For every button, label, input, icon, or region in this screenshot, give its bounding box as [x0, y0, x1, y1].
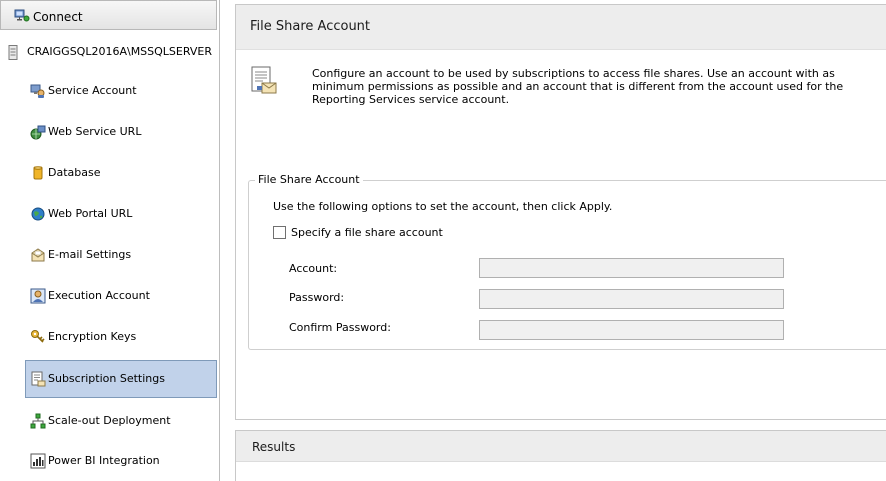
- sidebar-item-subscription-settings[interactable]: Subscription Settings: [25, 360, 217, 398]
- scale-out-icon: [30, 413, 46, 429]
- web-service-url-icon: [30, 124, 46, 140]
- file-share-account-panel: File Share Account Configure an account …: [235, 4, 886, 420]
- sidebar-item-encryption-keys[interactable]: Encryption Keys: [25, 318, 217, 356]
- instructions-text: Use the following options to set the acc…: [273, 200, 613, 213]
- subscription-icon: [30, 371, 46, 387]
- file-share-document-icon: [248, 65, 280, 100]
- sidebar-item-scale-out-deployment[interactable]: Scale-out Deployment: [25, 402, 217, 440]
- panel-header: File Share Account: [236, 5, 886, 50]
- results-panel: Results: [235, 430, 886, 481]
- panel-description: Configure an account to be used by subsc…: [312, 67, 844, 106]
- sidebar-item-label: Web Portal URL: [48, 207, 133, 220]
- connect-button[interactable]: Connect: [0, 0, 217, 30]
- group-legend: File Share Account: [255, 173, 363, 186]
- connect-label: Connect: [33, 10, 83, 24]
- results-title: Results: [252, 440, 296, 454]
- sidebar-item-label: Service Account: [48, 84, 137, 97]
- page-title: File Share Account: [250, 19, 371, 34]
- globe-icon: [30, 206, 46, 222]
- specify-account-checkbox[interactable]: [273, 226, 286, 239]
- database-icon: [30, 165, 46, 181]
- sidebar-item-label: Scale-out Deployment: [48, 414, 171, 427]
- sidebar-item-label: Execution Account: [48, 289, 150, 302]
- password-label: Password:: [289, 291, 345, 304]
- sidebar-item-label: E-mail Settings: [48, 248, 132, 261]
- server-icon: [8, 45, 18, 63]
- sidebar-item-service-account[interactable]: Service Account: [25, 72, 217, 110]
- results-header: Results: [236, 431, 886, 462]
- sidebar-item-email-settings[interactable]: E-mail Settings: [25, 236, 217, 274]
- sidebar-item-execution-account[interactable]: Execution Account: [25, 277, 217, 315]
- confirm-password-label: Confirm Password:: [289, 321, 391, 334]
- email-icon: [30, 247, 46, 263]
- server-label: CRAIGGSQL2016A\MSSQLSERVER: [27, 45, 213, 58]
- service-account-icon: [30, 83, 46, 99]
- sidebar-item-web-service-url[interactable]: Web Service URL: [25, 113, 217, 151]
- keys-icon: [30, 329, 46, 345]
- sidebar-item-label: Power BI Integration: [48, 454, 160, 467]
- account-label: Account:: [289, 262, 338, 275]
- sidebar-item-label: Subscription Settings: [48, 372, 165, 385]
- power-bi-icon: [30, 453, 46, 469]
- confirm-password-input[interactable]: [479, 320, 784, 340]
- password-input[interactable]: [479, 289, 784, 309]
- sidebar: Connect CRAIGGSQL2016A\MSSQLSERVER Servi…: [0, 0, 220, 481]
- specify-account-label[interactable]: Specify a file share account: [291, 226, 443, 239]
- sidebar-item-power-bi-integration[interactable]: Power BI Integration: [25, 442, 217, 480]
- account-input[interactable]: [479, 258, 784, 278]
- sidebar-item-label: Web Service URL: [48, 125, 142, 138]
- sidebar-item-database[interactable]: Database: [25, 154, 217, 192]
- sidebar-item-label: Encryption Keys: [48, 330, 137, 343]
- execution-account-icon: [30, 288, 46, 304]
- sidebar-item-label: Database: [48, 166, 101, 179]
- connect-icon: [14, 9, 30, 26]
- file-share-account-group: File Share Account Use the following opt…: [248, 173, 886, 350]
- sidebar-item-web-portal-url[interactable]: Web Portal URL: [25, 195, 217, 233]
